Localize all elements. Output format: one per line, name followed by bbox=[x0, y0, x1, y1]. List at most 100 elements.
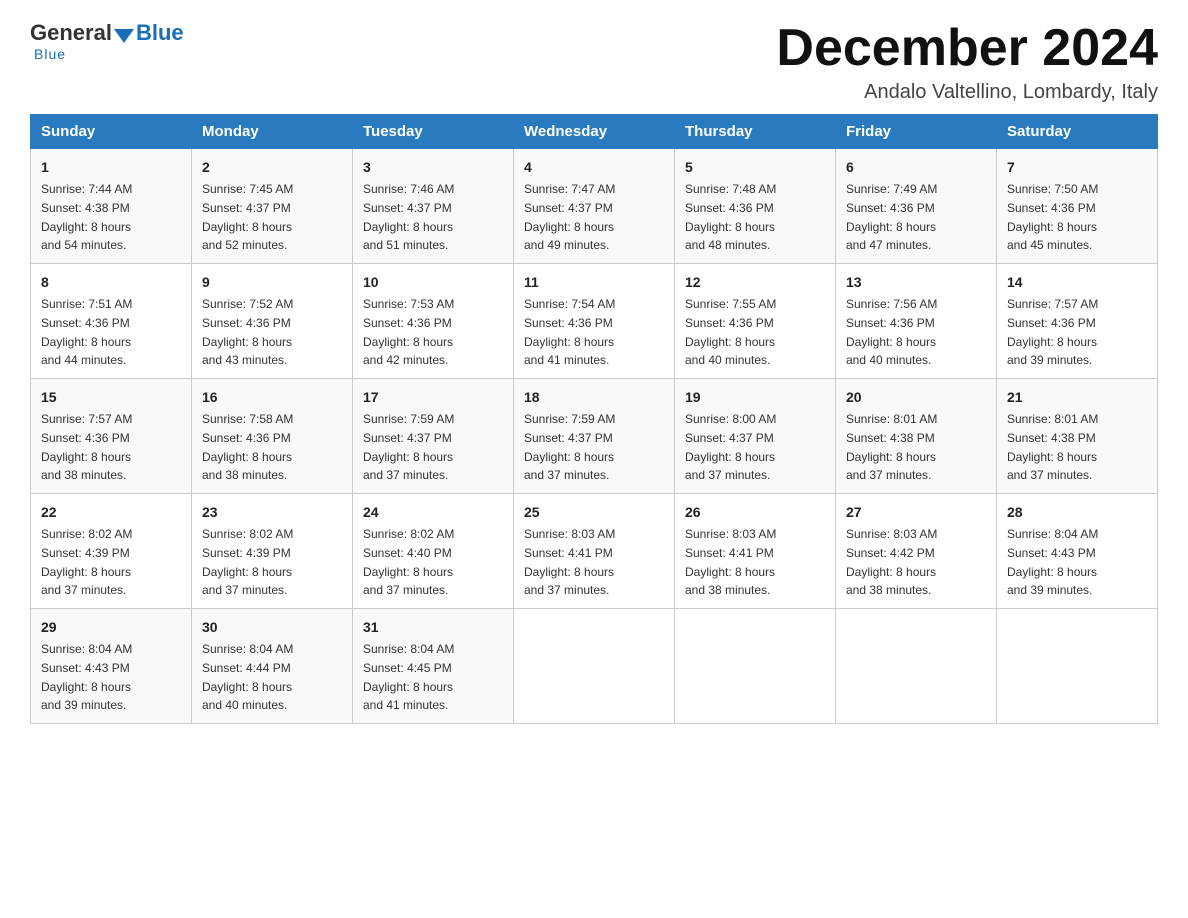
day-info: Sunrise: 7:57 AMSunset: 4:36 PMDaylight:… bbox=[1007, 297, 1098, 367]
day-info: Sunrise: 8:04 AMSunset: 4:44 PMDaylight:… bbox=[202, 642, 293, 712]
day-number: 1 bbox=[41, 157, 181, 178]
calendar-header-row: SundayMondayTuesdayWednesdayThursdayFrid… bbox=[31, 115, 1158, 149]
day-number: 17 bbox=[363, 387, 503, 408]
page-header: General Blue Blue December 2024 Andalo V… bbox=[30, 20, 1158, 104]
day-info: Sunrise: 7:50 AMSunset: 4:36 PMDaylight:… bbox=[1007, 182, 1098, 252]
day-info: Sunrise: 8:02 AMSunset: 4:39 PMDaylight:… bbox=[202, 527, 293, 597]
calendar-cell: 10 Sunrise: 7:53 AMSunset: 4:36 PMDaylig… bbox=[353, 264, 514, 379]
location-subtitle: Andalo Valtellino, Lombardy, Italy bbox=[776, 81, 1158, 104]
col-header-wednesday: Wednesday bbox=[514, 115, 675, 149]
col-header-saturday: Saturday bbox=[997, 115, 1158, 149]
day-info: Sunrise: 7:51 AMSunset: 4:36 PMDaylight:… bbox=[41, 297, 132, 367]
day-number: 6 bbox=[846, 157, 986, 178]
calendar-table: SundayMondayTuesdayWednesdayThursdayFrid… bbox=[30, 114, 1158, 724]
day-number: 16 bbox=[202, 387, 342, 408]
day-info: Sunrise: 8:03 AMSunset: 4:42 PMDaylight:… bbox=[846, 527, 937, 597]
col-header-thursday: Thursday bbox=[675, 115, 836, 149]
col-header-monday: Monday bbox=[192, 115, 353, 149]
calendar-week-row: 22 Sunrise: 8:02 AMSunset: 4:39 PMDaylig… bbox=[31, 494, 1158, 609]
day-info: Sunrise: 7:57 AMSunset: 4:36 PMDaylight:… bbox=[41, 412, 132, 482]
day-number: 22 bbox=[41, 502, 181, 523]
calendar-cell: 14 Sunrise: 7:57 AMSunset: 4:36 PMDaylig… bbox=[997, 264, 1158, 379]
day-info: Sunrise: 8:04 AMSunset: 4:43 PMDaylight:… bbox=[1007, 527, 1098, 597]
calendar-cell bbox=[997, 609, 1158, 724]
day-number: 25 bbox=[524, 502, 664, 523]
calendar-week-row: 29 Sunrise: 8:04 AMSunset: 4:43 PMDaylig… bbox=[31, 609, 1158, 724]
day-number: 9 bbox=[202, 272, 342, 293]
logo-arrow-icon bbox=[114, 29, 134, 43]
calendar-cell: 8 Sunrise: 7:51 AMSunset: 4:36 PMDayligh… bbox=[31, 264, 192, 379]
day-info: Sunrise: 8:04 AMSunset: 4:45 PMDaylight:… bbox=[363, 642, 454, 712]
day-info: Sunrise: 7:44 AMSunset: 4:38 PMDaylight:… bbox=[41, 182, 132, 252]
calendar-cell: 22 Sunrise: 8:02 AMSunset: 4:39 PMDaylig… bbox=[31, 494, 192, 609]
calendar-cell: 4 Sunrise: 7:47 AMSunset: 4:37 PMDayligh… bbox=[514, 149, 675, 264]
day-number: 18 bbox=[524, 387, 664, 408]
calendar-cell: 5 Sunrise: 7:48 AMSunset: 4:36 PMDayligh… bbox=[675, 149, 836, 264]
calendar-cell: 1 Sunrise: 7:44 AMSunset: 4:38 PMDayligh… bbox=[31, 149, 192, 264]
day-number: 23 bbox=[202, 502, 342, 523]
day-info: Sunrise: 8:03 AMSunset: 4:41 PMDaylight:… bbox=[524, 527, 615, 597]
day-number: 26 bbox=[685, 502, 825, 523]
calendar-cell: 15 Sunrise: 7:57 AMSunset: 4:36 PMDaylig… bbox=[31, 379, 192, 494]
day-info: Sunrise: 8:04 AMSunset: 4:43 PMDaylight:… bbox=[41, 642, 132, 712]
col-header-friday: Friday bbox=[836, 115, 997, 149]
calendar-cell: 11 Sunrise: 7:54 AMSunset: 4:36 PMDaylig… bbox=[514, 264, 675, 379]
day-number: 19 bbox=[685, 387, 825, 408]
day-number: 11 bbox=[524, 272, 664, 293]
day-number: 15 bbox=[41, 387, 181, 408]
day-info: Sunrise: 7:46 AMSunset: 4:37 PMDaylight:… bbox=[363, 182, 454, 252]
day-number: 31 bbox=[363, 617, 503, 638]
calendar-cell: 12 Sunrise: 7:55 AMSunset: 4:36 PMDaylig… bbox=[675, 264, 836, 379]
calendar-cell: 18 Sunrise: 7:59 AMSunset: 4:37 PMDaylig… bbox=[514, 379, 675, 494]
col-header-tuesday: Tuesday bbox=[353, 115, 514, 149]
calendar-cell bbox=[514, 609, 675, 724]
day-info: Sunrise: 7:52 AMSunset: 4:36 PMDaylight:… bbox=[202, 297, 293, 367]
day-info: Sunrise: 7:48 AMSunset: 4:36 PMDaylight:… bbox=[685, 182, 776, 252]
day-info: Sunrise: 7:53 AMSunset: 4:36 PMDaylight:… bbox=[363, 297, 454, 367]
day-number: 7 bbox=[1007, 157, 1147, 178]
calendar-cell: 23 Sunrise: 8:02 AMSunset: 4:39 PMDaylig… bbox=[192, 494, 353, 609]
calendar-cell: 3 Sunrise: 7:46 AMSunset: 4:37 PMDayligh… bbox=[353, 149, 514, 264]
calendar-week-row: 15 Sunrise: 7:57 AMSunset: 4:36 PMDaylig… bbox=[31, 379, 1158, 494]
title-block: December 2024 Andalo Valtellino, Lombard… bbox=[776, 20, 1158, 104]
day-info: Sunrise: 7:54 AMSunset: 4:36 PMDaylight:… bbox=[524, 297, 615, 367]
col-header-sunday: Sunday bbox=[31, 115, 192, 149]
calendar-cell bbox=[836, 609, 997, 724]
logo-general-text: General bbox=[30, 20, 112, 46]
day-info: Sunrise: 7:45 AMSunset: 4:37 PMDaylight:… bbox=[202, 182, 293, 252]
day-number: 28 bbox=[1007, 502, 1147, 523]
calendar-cell: 27 Sunrise: 8:03 AMSunset: 4:42 PMDaylig… bbox=[836, 494, 997, 609]
day-info: Sunrise: 7:58 AMSunset: 4:36 PMDaylight:… bbox=[202, 412, 293, 482]
calendar-cell: 16 Sunrise: 7:58 AMSunset: 4:36 PMDaylig… bbox=[192, 379, 353, 494]
calendar-cell: 20 Sunrise: 8:01 AMSunset: 4:38 PMDaylig… bbox=[836, 379, 997, 494]
day-number: 20 bbox=[846, 387, 986, 408]
day-info: Sunrise: 8:01 AMSunset: 4:38 PMDaylight:… bbox=[846, 412, 937, 482]
calendar-cell: 21 Sunrise: 8:01 AMSunset: 4:38 PMDaylig… bbox=[997, 379, 1158, 494]
calendar-cell: 25 Sunrise: 8:03 AMSunset: 4:41 PMDaylig… bbox=[514, 494, 675, 609]
day-number: 12 bbox=[685, 272, 825, 293]
calendar-cell: 2 Sunrise: 7:45 AMSunset: 4:37 PMDayligh… bbox=[192, 149, 353, 264]
calendar-cell: 26 Sunrise: 8:03 AMSunset: 4:41 PMDaylig… bbox=[675, 494, 836, 609]
day-number: 13 bbox=[846, 272, 986, 293]
day-number: 30 bbox=[202, 617, 342, 638]
day-number: 24 bbox=[363, 502, 503, 523]
calendar-cell: 13 Sunrise: 7:56 AMSunset: 4:36 PMDaylig… bbox=[836, 264, 997, 379]
logo-blue-text: Blue bbox=[136, 20, 184, 46]
calendar-cell: 28 Sunrise: 8:04 AMSunset: 4:43 PMDaylig… bbox=[997, 494, 1158, 609]
day-info: Sunrise: 8:03 AMSunset: 4:41 PMDaylight:… bbox=[685, 527, 776, 597]
day-info: Sunrise: 8:01 AMSunset: 4:38 PMDaylight:… bbox=[1007, 412, 1098, 482]
calendar-cell: 30 Sunrise: 8:04 AMSunset: 4:44 PMDaylig… bbox=[192, 609, 353, 724]
calendar-week-row: 8 Sunrise: 7:51 AMSunset: 4:36 PMDayligh… bbox=[31, 264, 1158, 379]
calendar-cell: 24 Sunrise: 8:02 AMSunset: 4:40 PMDaylig… bbox=[353, 494, 514, 609]
calendar-cell: 6 Sunrise: 7:49 AMSunset: 4:36 PMDayligh… bbox=[836, 149, 997, 264]
calendar-cell: 19 Sunrise: 8:00 AMSunset: 4:37 PMDaylig… bbox=[675, 379, 836, 494]
calendar-cell: 29 Sunrise: 8:04 AMSunset: 4:43 PMDaylig… bbox=[31, 609, 192, 724]
day-number: 4 bbox=[524, 157, 664, 178]
calendar-cell bbox=[675, 609, 836, 724]
month-title: December 2024 bbox=[776, 20, 1158, 77]
logo: General Blue Blue bbox=[30, 20, 184, 62]
logo-underline: Blue bbox=[34, 46, 66, 62]
day-number: 14 bbox=[1007, 272, 1147, 293]
day-info: Sunrise: 8:00 AMSunset: 4:37 PMDaylight:… bbox=[685, 412, 776, 482]
day-info: Sunrise: 7:55 AMSunset: 4:36 PMDaylight:… bbox=[685, 297, 776, 367]
